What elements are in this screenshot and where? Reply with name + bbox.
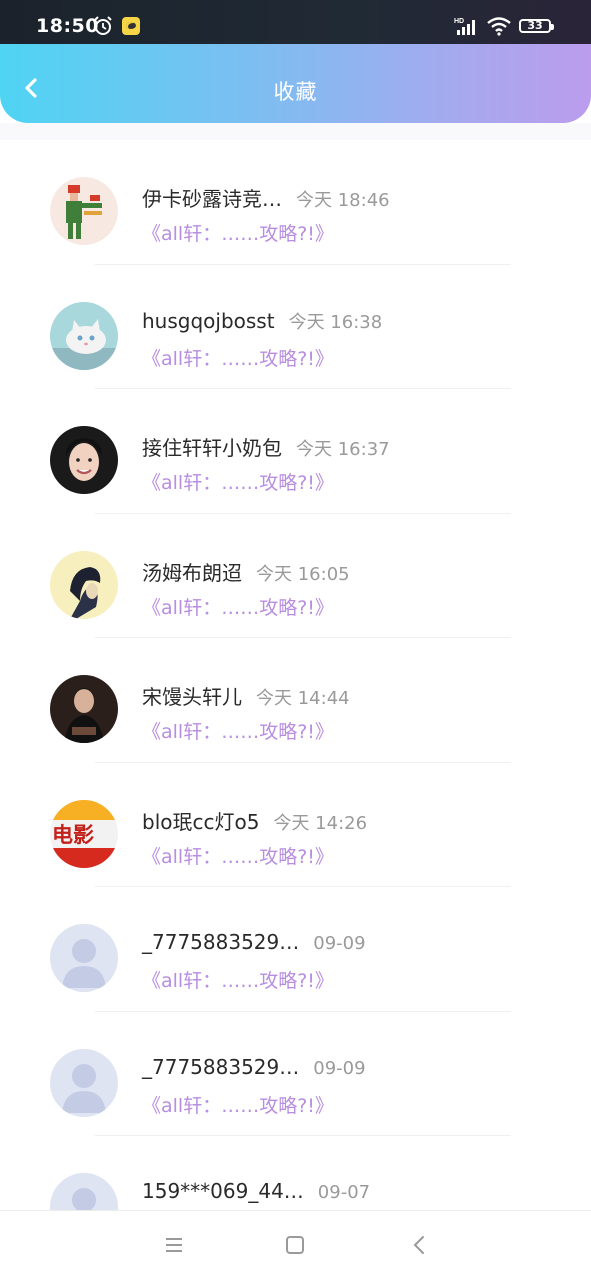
avatar[interactable] (50, 924, 118, 992)
name-line: husgqojbosst 今天 16:38 (142, 308, 382, 334)
list-top-spacer (0, 123, 591, 140)
favorite-date: 今天 16:37 (296, 439, 390, 460)
status-time: 18:50 (36, 15, 99, 37)
article-link[interactable]: 《all轩：……攻略?!》 (142, 468, 334, 495)
system-nav-bar (0, 1210, 591, 1281)
name-line: 接住轩轩小奶包 今天 16:37 (142, 432, 390, 461)
battery-icon: 33 (519, 19, 554, 33)
menu-icon[interactable] (164, 1235, 184, 1255)
user-name[interactable]: 159***069_44… (142, 1179, 304, 1203)
favorite-date: 今天 14:26 (273, 812, 368, 834)
favorites-list[interactable]: 伊卡砂露诗竞… 今天 18:46 《all轩：……攻略?!》 husgqojbosst… (0, 140, 591, 1210)
name-line: 伊卡砂露诗竞… 今天 18:46 (142, 183, 390, 212)
back-triangle-icon[interactable] (409, 1234, 429, 1256)
list-item[interactable]: 159***069_44… 09-07 (0, 1136, 591, 1210)
name-line: 宋馒头轩儿 今天 14:44 (142, 681, 350, 710)
app-notification-icon (122, 17, 140, 35)
user-name[interactable]: _7775883529… (142, 930, 299, 954)
name-line: _7775883529… 09-09 (142, 930, 366, 954)
list-item[interactable]: 伊卡砂露诗竞… 今天 18:46 《all轩：……攻略?!》 (0, 140, 591, 265)
user-name[interactable]: 宋馒头轩儿 (142, 685, 242, 709)
user-name[interactable]: 接住轩轩小奶包 (142, 436, 282, 460)
favorite-date: 今天 14:44 (256, 688, 350, 709)
svg-text:HD: HD (454, 18, 464, 25)
wifi-icon (487, 17, 511, 36)
list-item[interactable]: 电影 blo珉cc灯o5 今天 14:26 《all轩：……攻略?!》 (0, 763, 591, 887)
article-link[interactable]: 《all轩：……攻略?!》 (142, 344, 334, 371)
user-name[interactable]: blo珉cc灯o5 (142, 810, 259, 834)
avatar[interactable] (50, 1173, 118, 1210)
favorite-date: 09-07 (317, 1182, 371, 1203)
user-name[interactable]: husgqojbosst (142, 309, 275, 333)
avatar[interactable] (50, 177, 118, 245)
avatar[interactable] (50, 1048, 118, 1117)
name-line: 汤姆布朗迢 今天 16:05 (142, 557, 350, 586)
hd-signal-icon: HD (454, 18, 475, 35)
list-item[interactable]: 接住轩轩小奶包 今天 16:37 《all轩：……攻略?!》 (0, 389, 591, 514)
favorite-date: 今天 16:38 (288, 311, 383, 333)
avatar[interactable] (50, 426, 118, 494)
user-name[interactable]: 汤姆布朗迢 (142, 561, 242, 585)
alarm-icon (94, 16, 112, 35)
name-line: _7775883529… 09-09 (142, 1055, 366, 1079)
user-name[interactable]: _7775883529… (142, 1055, 299, 1079)
name-line: blo珉cc灯o5 今天 14:26 (142, 806, 367, 835)
article-link[interactable]: 《all轩：……攻略?!》 (142, 966, 334, 993)
list-item[interactable]: 汤姆布朗迢 今天 16:05 《all轩：……攻略?!》 (0, 514, 591, 638)
favorite-date: 今天 16:05 (256, 563, 350, 585)
list-item[interactable]: 宋馒头轩儿 今天 14:44 《all轩：……攻略?!》 (0, 638, 591, 763)
name-line: 159***069_44… 09-07 (142, 1179, 370, 1203)
article-link[interactable]: 《all轩：……攻略?!》 (142, 1091, 334, 1118)
avatar[interactable] (50, 550, 118, 619)
status-bar: 18:50 HD 33 (0, 0, 591, 44)
favorite-date: 今天 18:46 (296, 190, 390, 211)
avatar[interactable]: 电影 (50, 799, 118, 868)
list-item[interactable]: _7775883529… 09-09 《all轩：……攻略?!》 (0, 887, 591, 1012)
favorite-date: 09-09 (313, 933, 366, 954)
article-link[interactable]: 《all轩：……攻略?!》 (142, 219, 334, 246)
avatar[interactable] (50, 675, 118, 743)
list-item[interactable]: _7775883529… 09-09 《all轩：……攻略?!》 (0, 1012, 591, 1136)
article-link[interactable]: 《all轩：……攻略?!》 (142, 842, 334, 869)
list-item[interactable]: husgqojbosst 今天 16:38 《all轩：……攻略?!》 (0, 265, 591, 389)
user-name[interactable]: 伊卡砂露诗竞… (142, 187, 282, 211)
home-square-icon[interactable] (286, 1236, 304, 1254)
page-title: 收藏 (273, 80, 318, 104)
svg-text:电影: 电影 (52, 823, 94, 847)
avatar[interactable] (50, 301, 118, 370)
article-link[interactable]: 《all轩：……攻略?!》 (142, 717, 334, 744)
article-link[interactable]: 《all轩：……攻略?!》 (142, 593, 334, 620)
favorite-date: 09-09 (313, 1057, 366, 1079)
